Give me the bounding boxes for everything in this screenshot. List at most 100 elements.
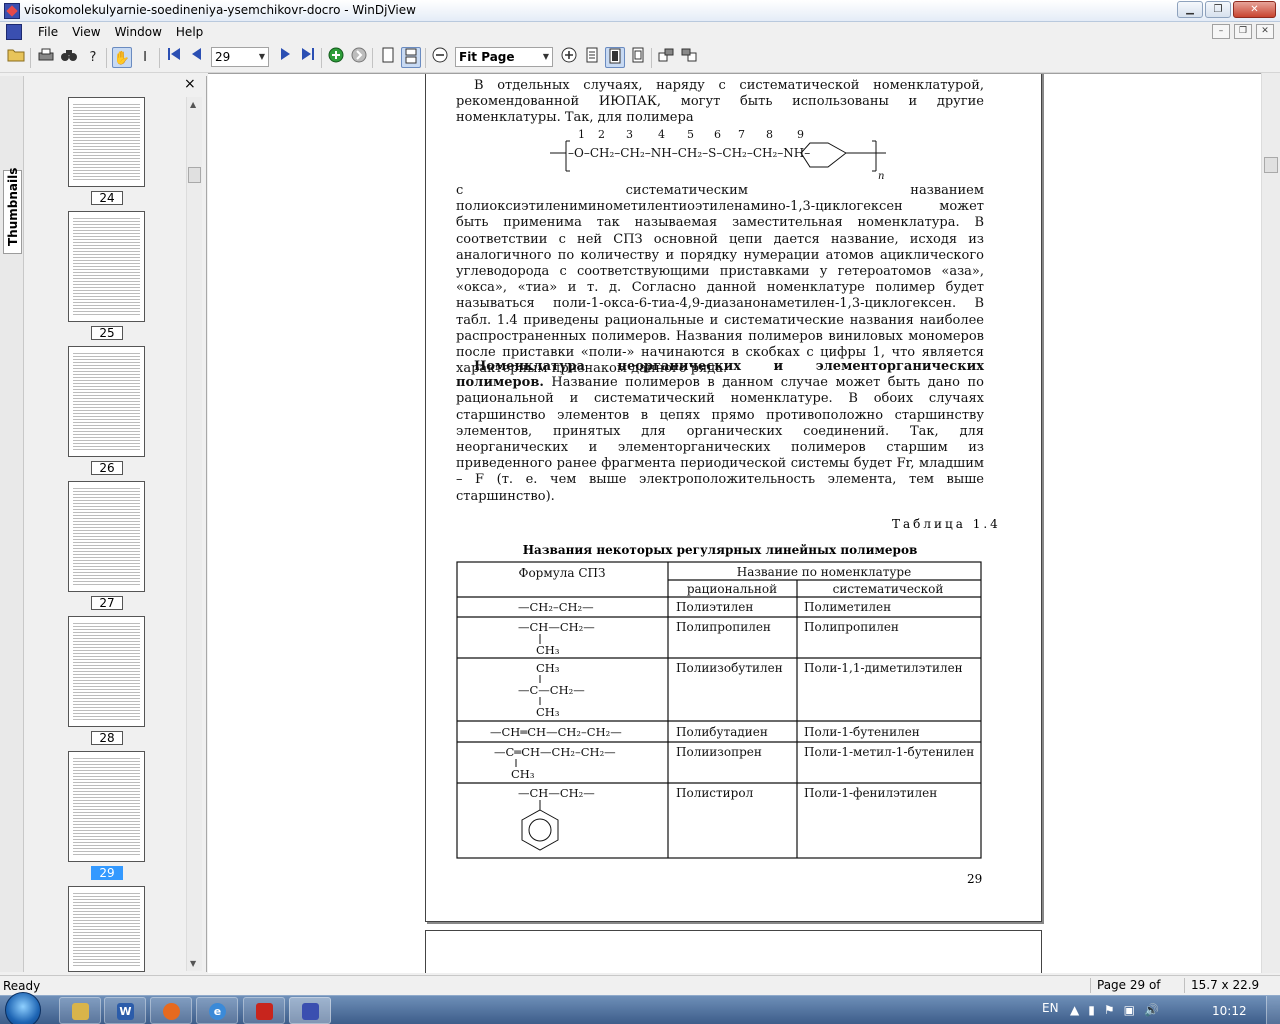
cell-rational: Полиэтилен bbox=[676, 600, 753, 614]
menu-bar: File View Window Help – ❐ ✕ bbox=[0, 22, 1280, 42]
help-question-icon[interactable]: ? bbox=[83, 47, 103, 68]
thumbnails-scrollbar[interactable]: ▲ ▼ bbox=[186, 97, 202, 971]
fit-width-icon[interactable] bbox=[582, 47, 602, 68]
thumbnail-page-26[interactable] bbox=[68, 346, 145, 457]
next-page-icon[interactable] bbox=[275, 47, 295, 68]
document-scroll-thumb[interactable] bbox=[1264, 157, 1278, 173]
find-binoculars-icon[interactable] bbox=[59, 47, 79, 68]
single-page-icon[interactable] bbox=[378, 47, 398, 68]
show-desktop-button[interactable] bbox=[1266, 996, 1280, 1024]
taskbar-windjview[interactable] bbox=[289, 997, 331, 1024]
actual-size-icon[interactable] bbox=[628, 47, 648, 68]
formula-butadiene: —CH═CH—CH₂–CH₂— bbox=[490, 725, 622, 739]
open-folder-icon[interactable] bbox=[6, 47, 26, 68]
formula-ethylene: —CH₂–CH₂— bbox=[518, 600, 594, 614]
cell-systematic: Поли-1-фенилэтилен bbox=[804, 786, 937, 800]
status-text: Ready bbox=[3, 979, 41, 993]
thumbnail-page-28[interactable] bbox=[68, 616, 145, 727]
menu-view[interactable]: View bbox=[65, 24, 107, 40]
thumbnail-page-25[interactable] bbox=[68, 211, 145, 322]
text-select-tool-icon[interactable]: I bbox=[135, 47, 155, 68]
zoom-combo[interactable]: Fit Page ▼ bbox=[455, 47, 553, 67]
minimize-button[interactable]: ▁ bbox=[1177, 1, 1203, 18]
thumbnail-label[interactable]: 27 bbox=[91, 596, 123, 610]
polymer-formula: 1 2 3 4 5 6 7 8 9 –O–CH₂–CH₂–NH–CH₂–S–CH… bbox=[550, 128, 886, 182]
formula-isoprene: —C═CH—CH₂–CH₂— bbox=[494, 745, 616, 759]
forward-gray-icon[interactable] bbox=[349, 47, 369, 68]
paragraph-intro: В отдельных случаях, наряду с систематич… bbox=[456, 78, 984, 126]
menu-window[interactable]: Window bbox=[108, 24, 169, 40]
thumbnail-label[interactable]: 24 bbox=[91, 191, 123, 205]
thumbnail-label[interactable]: 25 bbox=[91, 326, 123, 340]
thumbnail-label-selected[interactable]: 29 bbox=[91, 866, 123, 880]
sidebar-tab-strip: Thumbnails bbox=[0, 76, 24, 972]
menu-help[interactable]: Help bbox=[169, 24, 210, 40]
thumbnail-page-27[interactable] bbox=[68, 481, 145, 592]
document-scrollbar[interactable] bbox=[1261, 73, 1280, 973]
clock[interactable]: 10:12 bbox=[1212, 1004, 1247, 1018]
previous-page-icon[interactable] bbox=[187, 47, 207, 68]
fit-page-icon[interactable] bbox=[605, 47, 625, 68]
close-window-button[interactable]: ✕ bbox=[1233, 1, 1276, 18]
print-icon[interactable] bbox=[36, 47, 56, 68]
close-icon[interactable]: × bbox=[184, 76, 196, 92]
document-icon[interactable] bbox=[6, 24, 22, 40]
taskbar-word[interactable]: W bbox=[104, 997, 146, 1024]
maximize-button[interactable]: ❐ bbox=[1205, 1, 1231, 18]
thumbnail-page-24[interactable] bbox=[68, 97, 145, 187]
last-page-icon[interactable] bbox=[298, 47, 318, 68]
tray-app-icon[interactable]: ▣ bbox=[1124, 1003, 1135, 1017]
back-green-icon[interactable] bbox=[326, 47, 346, 68]
menu-file[interactable]: File bbox=[31, 24, 65, 40]
paragraph-inorganic: Номенклатура неорганических и элементорг… bbox=[456, 359, 984, 505]
formula-number: 3 bbox=[626, 128, 633, 141]
continuous-view-icon[interactable] bbox=[401, 47, 421, 68]
language-indicator[interactable]: EN bbox=[1042, 1001, 1059, 1015]
cell-rational: Полистирол bbox=[676, 786, 754, 800]
paragraph-systematic: с систематическим названием полиоксиэтил… bbox=[456, 183, 984, 377]
doc-restore-button[interactable]: ❐ bbox=[1234, 24, 1252, 39]
cell-rational: Полиизобутилен bbox=[676, 661, 783, 675]
paragraph-body: Название полимеров в данном случае может… bbox=[456, 375, 984, 504]
doc-close-button[interactable]: ✕ bbox=[1256, 24, 1274, 39]
doc-minimize-button[interactable]: – bbox=[1212, 24, 1230, 39]
cell-systematic: Поли-1-метил-1-бутенилен bbox=[804, 745, 974, 759]
table-label: Таблица 1.4 bbox=[892, 517, 1001, 531]
chevron-down-icon[interactable]: ▼ bbox=[543, 48, 549, 66]
thumbnail-page-30[interactable] bbox=[68, 886, 145, 972]
zoom-in-icon[interactable] bbox=[559, 47, 579, 68]
scroll-down-icon[interactable]: ▼ bbox=[190, 959, 196, 968]
windjview-icon bbox=[302, 1003, 319, 1020]
page-info: Page 29 of 368 bbox=[1090, 978, 1182, 1007]
first-page-icon[interactable] bbox=[164, 47, 184, 68]
thumbnail-label[interactable]: 26 bbox=[91, 461, 123, 475]
taskbar-explorer[interactable] bbox=[59, 997, 101, 1024]
taskbar-acrobat[interactable] bbox=[243, 997, 285, 1024]
document-view[interactable]: В отдельных случаях, наряду с систематич… bbox=[208, 73, 1261, 973]
zoom-out-icon[interactable] bbox=[430, 47, 450, 68]
network-icon[interactable]: ▮ bbox=[1088, 1003, 1095, 1017]
show-hidden-icons-icon[interactable]: ▲ bbox=[1070, 1003, 1079, 1017]
thumbnail-page-29[interactable] bbox=[68, 751, 145, 862]
start-button[interactable] bbox=[5, 992, 41, 1024]
thumbnails-scroll-thumb[interactable] bbox=[188, 167, 201, 183]
taskbar-ie[interactable]: e bbox=[196, 997, 238, 1024]
windjview-app-icon[interactable] bbox=[4, 3, 20, 19]
action-center-icon[interactable]: ⚑ bbox=[1104, 1003, 1115, 1017]
hand-tool-icon[interactable]: ✋ bbox=[112, 47, 132, 68]
page-number-value: 29 bbox=[215, 50, 231, 64]
page-number-combo[interactable]: 29 ▼ bbox=[211, 47, 269, 67]
rotate-left-icon[interactable] bbox=[656, 47, 676, 68]
thumbnails-tab[interactable]: Thumbnails bbox=[3, 167, 22, 254]
thumbnails-tab-label: Thumbnails bbox=[6, 167, 20, 246]
thumbnail-label[interactable]: 28 bbox=[91, 731, 123, 745]
formula-number: 4 bbox=[658, 128, 665, 141]
chevron-down-icon[interactable]: ▼ bbox=[259, 48, 265, 66]
formula-number: 9 bbox=[797, 128, 804, 141]
scroll-up-icon[interactable]: ▲ bbox=[190, 100, 196, 109]
taskbar-firefox[interactable] bbox=[150, 997, 192, 1024]
formula-number: 1 bbox=[578, 128, 585, 141]
rotate-right-icon[interactable] bbox=[679, 47, 699, 68]
volume-icon[interactable]: 🔊 bbox=[1144, 1003, 1159, 1017]
formula-isobutylene-bot: CH₃ bbox=[536, 705, 560, 719]
